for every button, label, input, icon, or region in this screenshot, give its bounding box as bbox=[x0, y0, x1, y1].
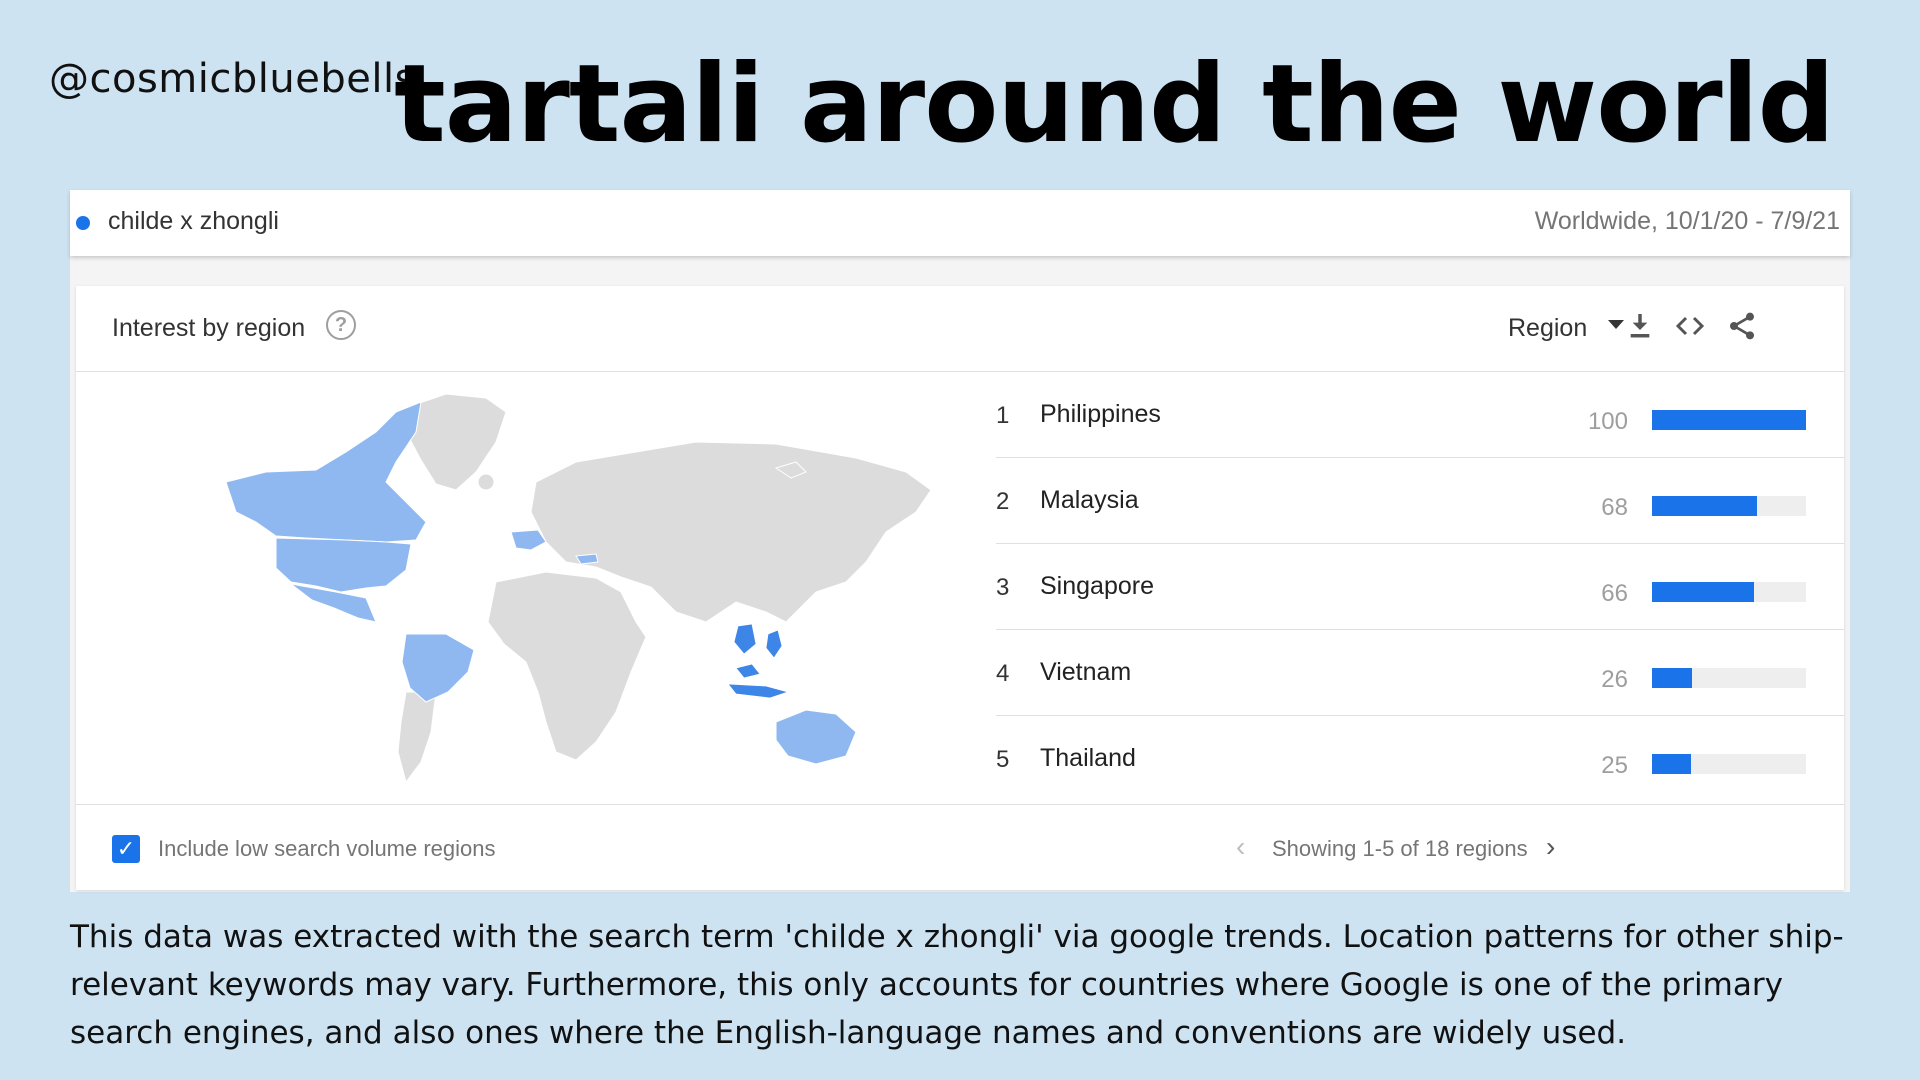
trends-panel: childe x zhongli Worldwide, 10/1/20 - 7/… bbox=[70, 190, 1850, 892]
card-footer: ✓ Include low search volume regions ‹ Sh… bbox=[76, 804, 1844, 891]
region-rank: 1 bbox=[996, 402, 1010, 429]
embed-code-icon[interactable] bbox=[1674, 310, 1706, 342]
search-term-bar: childe x zhongli Worldwide, 10/1/20 - 7/… bbox=[70, 190, 1850, 256]
interest-bar-fill bbox=[1652, 410, 1806, 430]
share-icon[interactable] bbox=[1726, 310, 1758, 342]
region-interest-value: 68 bbox=[1601, 494, 1628, 521]
map-south-america-south bbox=[397, 691, 437, 784]
interest-bar-track bbox=[1652, 496, 1806, 516]
region-ranking-list: 1 Philippines 100 2 Malaysia 68 3 Singapore 66 4 V… bbox=[996, 372, 1844, 801]
region-interest-value: 100 bbox=[1587, 408, 1628, 435]
help-circle-icon[interactable]: ? bbox=[326, 310, 356, 340]
region-row[interactable]: 2 Malaysia 68 bbox=[996, 458, 1844, 544]
map-philippines bbox=[765, 629, 783, 659]
include-low-volume-checkbox[interactable]: ✓ bbox=[112, 835, 140, 863]
author-handle: @cosmicbluebells bbox=[49, 56, 416, 102]
interest-bar-fill bbox=[1652, 668, 1693, 688]
region-row[interactable]: 4 Vietnam 26 bbox=[996, 630, 1844, 716]
footnote-text: This data was extracted with the search … bbox=[70, 919, 1844, 1051]
region-interest-value: 25 bbox=[1601, 752, 1628, 779]
interest-bar-fill bbox=[1652, 754, 1691, 774]
region-name[interactable]: Vietnam bbox=[1040, 658, 1131, 687]
region-rank: 3 bbox=[996, 574, 1010, 601]
interest-by-region-card: Interest by region ? Region 1 Philippine… bbox=[76, 286, 1844, 890]
term-color-dot bbox=[76, 216, 90, 230]
region-name[interactable]: Malaysia bbox=[1040, 486, 1139, 515]
world-map[interactable] bbox=[76, 372, 976, 804]
interest-bar-fill bbox=[1652, 496, 1757, 516]
region-name[interactable]: Singapore bbox=[1040, 572, 1154, 601]
chevron-left-icon[interactable]: ‹ bbox=[1236, 831, 1245, 863]
resolution-dropdown[interactable]: Region bbox=[1508, 314, 1587, 343]
download-icon[interactable] bbox=[1624, 310, 1656, 342]
caret-down-icon[interactable] bbox=[1608, 320, 1624, 329]
checkbox-label: Include low search volume regions bbox=[158, 836, 496, 861]
search-term-label[interactable]: childe x zhongli bbox=[108, 207, 279, 236]
interest-bar-track bbox=[1652, 754, 1806, 774]
region-interest-value: 66 bbox=[1601, 580, 1628, 607]
map-australia bbox=[775, 709, 857, 765]
region-interest-value: 26 bbox=[1601, 666, 1628, 693]
date-range-label: Worldwide, 10/1/20 - 7/9/21 bbox=[1534, 207, 1840, 235]
region-name[interactable]: Thailand bbox=[1040, 744, 1136, 773]
region-name[interactable]: Philippines bbox=[1040, 400, 1161, 429]
page-title: tartali around the world bbox=[394, 42, 1835, 167]
interest-bar-track bbox=[1652, 668, 1806, 688]
map-usa bbox=[275, 537, 412, 593]
pagination-status: Showing 1-5 of 18 regions bbox=[1272, 836, 1528, 861]
map-indonesia bbox=[727, 683, 790, 699]
region-rank: 2 bbox=[996, 488, 1010, 515]
card-title: Interest by region bbox=[112, 314, 306, 342]
interest-bar-track bbox=[1652, 410, 1806, 430]
region-row[interactable]: 5 Thailand 25 bbox=[996, 716, 1844, 801]
interest-bar-track bbox=[1652, 582, 1806, 602]
map-africa bbox=[487, 571, 647, 761]
map-canada bbox=[225, 401, 427, 543]
region-row[interactable]: 3 Singapore 66 bbox=[996, 544, 1844, 630]
map-europe bbox=[510, 529, 547, 551]
chevron-right-icon[interactable]: › bbox=[1546, 831, 1555, 863]
map-vietnam-thailand bbox=[733, 623, 757, 655]
region-rank: 5 bbox=[996, 746, 1010, 773]
interest-bar-fill bbox=[1652, 582, 1754, 602]
map-malaysia bbox=[735, 663, 761, 679]
card-header: Interest by region ? Region bbox=[76, 286, 1844, 372]
region-rank: 4 bbox=[996, 660, 1010, 687]
region-row[interactable]: 1 Philippines 100 bbox=[996, 372, 1844, 458]
